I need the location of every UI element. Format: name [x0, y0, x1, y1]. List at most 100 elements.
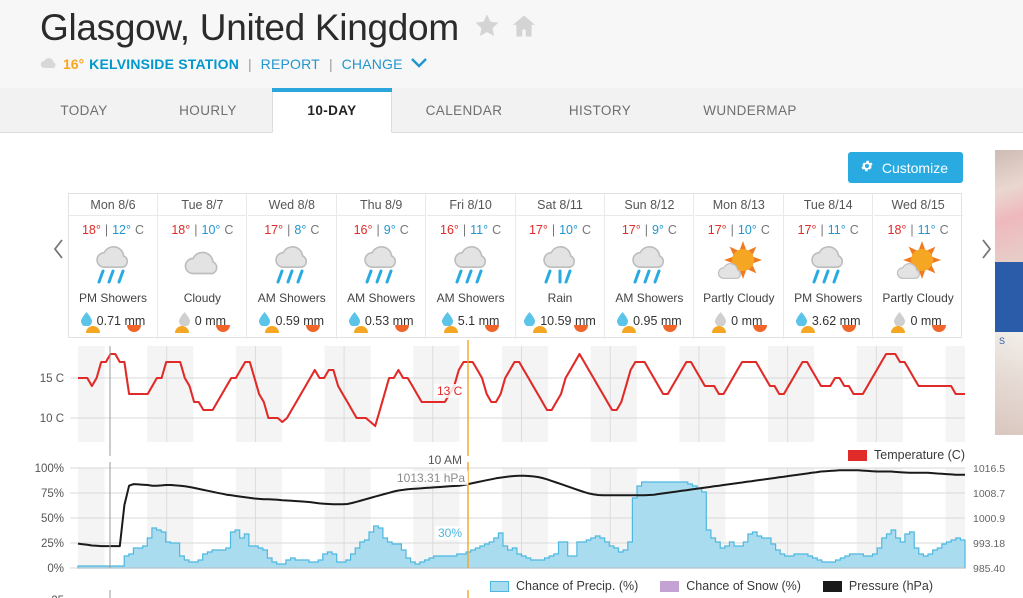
precipitation-pressure-chart[interactable]: 0% 25% 50% 75% 100% 985.40 993.18 1000.9 1008.7 1… [0, 462, 1023, 598]
day-band[interactable] [78, 346, 105, 442]
forecast-temps: 16° | 11° C [427, 223, 515, 237]
rain-shower-icon [248, 238, 336, 290]
sunset-icon [216, 320, 231, 338]
cloud-icon [40, 57, 57, 72]
change-link[interactable]: CHANGE [342, 56, 403, 72]
prev-days-arrow[interactable] [52, 238, 65, 266]
forecast-high-temp: 16° [440, 223, 459, 237]
forecast-temp-separator: | [910, 223, 914, 237]
home-icon[interactable] [510, 12, 538, 45]
forecast-day-card[interactable]: Sat 8/11 17° | 10° C Rain 10.59 mm [516, 194, 605, 339]
sunrise-sunset-row [337, 320, 426, 338]
forecast-temps: 17° | 9° C [605, 223, 693, 237]
star-icon[interactable] [473, 12, 501, 45]
forecast-temp-separator: | [376, 223, 380, 237]
forecast-temp-unit: C [582, 223, 592, 237]
y-axis-tick-label[interactable]: 10 C [40, 413, 64, 425]
day-band[interactable] [235, 346, 256, 442]
sunrise-sunset-row [695, 320, 784, 338]
forecast-day-card[interactable]: Sun 8/12 17° | 9° C AM Showers 0.95 mm [605, 194, 695, 339]
forecast-day-label: Sun 8/12 [605, 194, 694, 216]
forecast-day-label: Thu 8/9 [337, 194, 426, 216]
day-band[interactable] [521, 346, 549, 442]
tab-hourly[interactable]: HOURLY [162, 88, 254, 133]
forecast-day-card[interactable]: Wed 8/8 17° | 8° C AM Showers 0.59 mm [247, 194, 337, 339]
forecast-day-label: Mon 8/13 [694, 194, 783, 216]
y-axis-right-tick-label[interactable]: 985.40 [973, 563, 1005, 575]
sunrise-icon [443, 320, 458, 338]
forecast-temps: 18° | 11° C [874, 223, 963, 237]
forecast-high-temp: 17° [797, 223, 817, 237]
forecast-temp-separator: | [194, 223, 198, 237]
y-axis-left-tick-label[interactable]: 50% [41, 513, 64, 525]
rain-shower-icon [337, 238, 425, 290]
forecast-day-card[interactable]: Fri 8/10 16° | 11° C AM Showers 5.1 mm [426, 194, 516, 339]
customize-button-label: Customize [881, 159, 948, 176]
tab-calendar[interactable]: CALENDAR [406, 88, 522, 133]
forecast-low-temp: 11° [827, 223, 846, 237]
forecast-temp-unit: C [939, 223, 949, 237]
forecast-day-table: Mon 8/6 18° | 12° C PM Showers 0.71 mm Tue 8/7 1… [68, 193, 963, 339]
forecast-high-temp: 17° [707, 223, 727, 237]
forecast-temp-unit: C [760, 223, 770, 237]
forecast-day-card[interactable]: Mon 8/13 17° | 10° C Partly Cloudy 0 mm [694, 194, 784, 339]
temperature-chart[interactable]: 10 C 15 C 13 C Temperature (C) [0, 338, 1023, 468]
forecast-day-card[interactable]: Thu 8/9 16° | 9° C AM Showers 0.53 mm [337, 194, 427, 339]
tab-wundermap[interactable]: WUNDERMAP [680, 88, 820, 133]
forecast-temp-unit: C [667, 223, 677, 237]
sunrise-sunset-row [158, 320, 247, 338]
day-band[interactable] [147, 346, 167, 442]
y-axis-left-tick-label[interactable]: 75% [41, 488, 64, 500]
tab-history[interactable]: HISTORY [548, 88, 652, 133]
chevron-down-icon[interactable] [410, 57, 428, 72]
y-axis-right-tick-label[interactable]: 1000.9 [973, 513, 1005, 525]
tab-today[interactable]: TODAY [42, 88, 126, 133]
forecast-day-label: Wed 8/8 [247, 194, 336, 216]
y-axis-tick-label[interactable]: 15 C [40, 373, 64, 385]
ad-banner-band [995, 262, 1023, 332]
precip-tooltip: 30% [435, 526, 466, 540]
station-name-link[interactable]: KELVINSIDE STATION [89, 56, 239, 72]
forecast-day-card[interactable]: Mon 8/6 18° | 12° C PM Showers 0.71 mm [69, 194, 158, 339]
sunrise-sunset-row [874, 320, 963, 338]
forecast-day-label: Tue 8/14 [784, 194, 873, 216]
forecast-high-temp: 17° [264, 223, 284, 237]
forecast-temps: 17° | 10° C [695, 223, 783, 237]
day-band[interactable] [590, 346, 611, 442]
sunset-icon [931, 320, 946, 338]
day-band[interactable] [324, 346, 345, 442]
forecast-temp-separator: | [644, 223, 648, 237]
sunrise-sunset-row [427, 320, 516, 338]
sunrise-sunset-row [605, 320, 694, 338]
sunset-icon [395, 320, 410, 338]
forecast-temp-unit: C [135, 223, 145, 237]
y-axis-left-tick-label[interactable]: 25% [41, 538, 64, 550]
forecast-temp-separator: | [462, 223, 467, 237]
sunset-icon [305, 320, 320, 338]
forecast-condition-label: Rain [547, 291, 573, 305]
next-days-arrow[interactable] [980, 238, 993, 266]
day-band[interactable] [166, 346, 194, 442]
y-axis-right-tick-label[interactable]: 1016.5 [973, 463, 1005, 475]
forecast-day-card[interactable]: Wed 8/15 18° | 11° C Partly Cloudy 0 mm [873, 194, 963, 339]
forecast-day-card[interactable]: Tue 8/14 17° | 11° C PM Showers 3.62 mm [784, 194, 874, 339]
day-band[interactable] [344, 346, 371, 442]
y-axis-right-tick-label[interactable]: 1008.7 [973, 488, 1005, 500]
y-axis-right-tick-label[interactable]: 993.18 [973, 538, 1005, 550]
day-band[interactable] [679, 346, 699, 442]
y-axis-left-tick-label[interactable]: 0% [47, 563, 64, 575]
sunset-icon [574, 320, 588, 338]
forecast-low-temp: 9° [383, 223, 396, 237]
tab-10-day[interactable]: 10-DAY [272, 88, 392, 133]
report-link[interactable]: REPORT [261, 56, 320, 72]
forecast-temps: 17° | 8° C [248, 223, 336, 237]
forecast-day-label: Fri 8/10 [426, 194, 515, 216]
forecast-low-temp: 12° [112, 223, 132, 237]
temperature-tooltip: 13 C [434, 384, 466, 398]
legend-swatch-temperature [848, 449, 867, 461]
forecast-day-card[interactable]: Tue 8/7 18° | 10° C Cloudy 0 mm [158, 194, 248, 339]
day-band[interactable] [787, 346, 815, 442]
day-band[interactable] [501, 346, 522, 442]
y-axis-left-tick-label[interactable]: 100% [35, 463, 64, 475]
customize-button[interactable]: Customize [847, 152, 963, 183]
